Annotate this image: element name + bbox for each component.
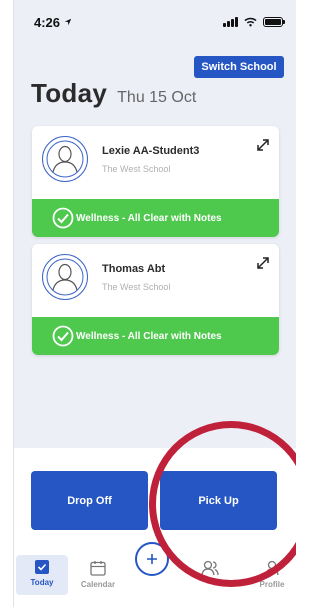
student-card[interactable]: Thomas Abt The West School Wellness - Al… <box>32 244 279 355</box>
student-name: Thomas Abt <box>102 263 166 275</box>
status-time: 4:26 <box>34 14 61 30</box>
page-title: Today <box>31 78 108 108</box>
check-circle-icon <box>52 207 74 229</box>
expand-icon[interactable] <box>255 255 271 271</box>
check-circle-icon <box>52 325 74 347</box>
tab-bar: Today Calendar Profile <box>14 542 296 607</box>
student-avatar <box>42 136 88 182</box>
pick-up-button[interactable]: Pick Up <box>160 471 277 530</box>
person-placeholder-icon <box>46 258 84 296</box>
student-school: The West School <box>102 282 171 292</box>
status-indicators <box>223 17 285 27</box>
page-header: Today Thu 15 Oct <box>31 78 196 109</box>
wellness-status-bar[interactable]: Wellness - All Clear with Notes <box>32 199 279 237</box>
student-name: Lexie AA-Student3 <box>102 145 200 157</box>
page-date: Thu 15 Oct <box>117 89 197 106</box>
student-school: The West School <box>102 164 171 174</box>
person-placeholder-icon <box>46 140 84 178</box>
checkbox-icon <box>35 560 49 574</box>
student-card[interactable]: Lexie AA-Student3 The West School Wellne… <box>32 126 279 237</box>
wellness-status-label: Wellness - All Clear with Notes <box>76 330 222 342</box>
switch-school-button[interactable]: Switch School <box>194 56 284 78</box>
tab-label: Calendar <box>80 580 116 589</box>
bottom-panel: Drop Off Pick Up Today Calendar Profile <box>14 448 296 607</box>
app-screen: 4:26 Switch School Today Thu 15 Oct Lexi… <box>13 0 296 607</box>
add-icon <box>147 554 157 564</box>
people-icon <box>201 560 219 576</box>
expand-icon[interactable] <box>255 137 271 153</box>
location-arrow-icon <box>64 18 72 26</box>
tab-label: Today <box>30 578 54 587</box>
wellness-status-bar[interactable]: Wellness - All Clear with Notes <box>32 317 279 355</box>
wifi-icon <box>244 17 257 27</box>
battery-icon <box>263 17 285 27</box>
tab-add[interactable] <box>135 542 169 576</box>
status-bar: 4:26 <box>14 0 296 44</box>
tab-label: Profile <box>259 580 285 589</box>
tab-today[interactable]: Today <box>16 555 68 595</box>
tab-profile[interactable]: Profile <box>252 555 292 589</box>
status-time-group: 4:26 <box>34 15 72 30</box>
drop-off-button[interactable]: Drop Off <box>31 471 148 530</box>
student-avatar <box>42 254 88 300</box>
tab-people[interactable] <box>194 555 226 577</box>
person-icon <box>265 560 279 576</box>
wellness-status-label: Wellness - All Clear with Notes <box>76 212 222 224</box>
signal-icon <box>223 17 238 27</box>
calendar-icon <box>90 561 106 576</box>
tab-calendar[interactable]: Calendar <box>76 555 120 589</box>
